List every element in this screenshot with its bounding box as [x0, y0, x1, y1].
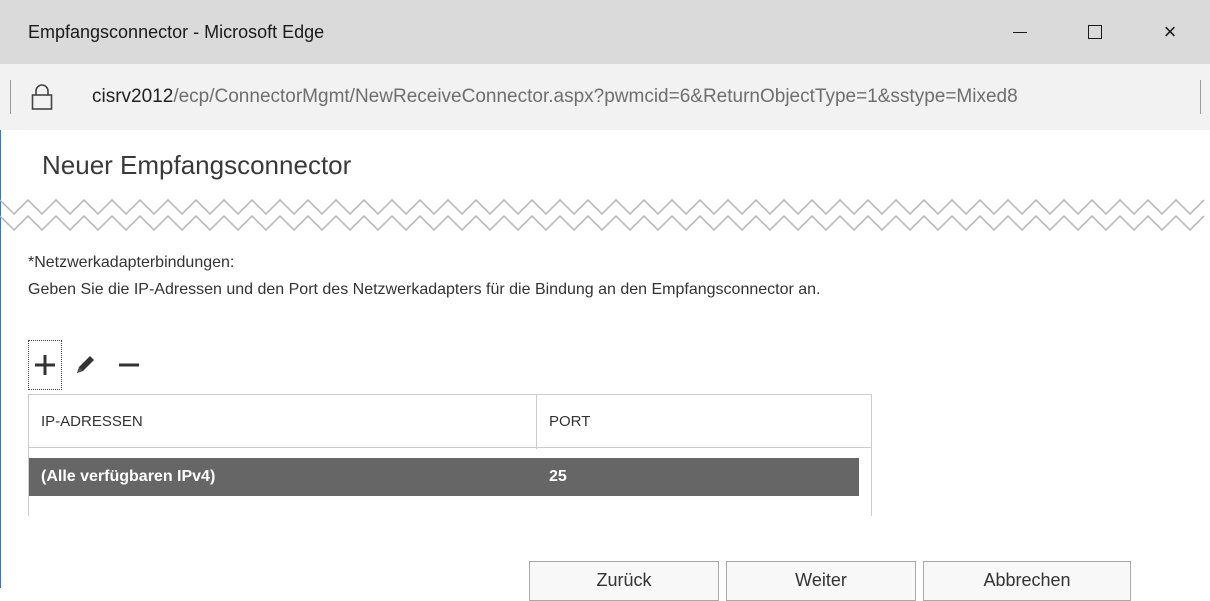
column-header-port[interactable]: PORT: [549, 413, 590, 430]
remove-button[interactable]: [112, 340, 146, 390]
minimize-icon: [1013, 31, 1027, 33]
maximize-icon: [1088, 25, 1102, 39]
url-field[interactable]: cisrv2012/ecp/ConnectorMgmt/NewReceiveCo…: [92, 86, 1192, 108]
minus-icon: [119, 363, 139, 367]
url-host: cisrv2012: [92, 86, 174, 107]
plus-icon: [35, 355, 55, 375]
wizard-separator: [0, 198, 1205, 232]
edit-button[interactable]: [68, 340, 102, 390]
field-label: *Netzwerkadapterbindungen:: [28, 254, 235, 271]
add-button[interactable]: [28, 340, 62, 390]
table-header: IP-ADRESSEN PORT: [29, 394, 871, 449]
minimize-button[interactable]: [990, 0, 1050, 64]
page-title: Neuer Empfangsconnector: [42, 150, 352, 180]
next-button[interactable]: Weiter: [726, 561, 916, 601]
cancel-button[interactable]: Abbrechen: [923, 561, 1131, 601]
close-icon: ×: [1163, 19, 1177, 44]
field-description: Geben Sie die IP-Adressen und den Port d…: [28, 281, 821, 298]
address-bar: cisrv2012/ecp/ConnectorMgmt/NewReceiveCo…: [0, 64, 1210, 130]
column-header-ip[interactable]: IP-ADRESSEN: [41, 413, 143, 430]
cell-port: 25: [549, 468, 567, 485]
title-bar: Empfangsconnector - Microsoft Edge ×: [0, 0, 1210, 64]
back-button[interactable]: Zurück: [529, 561, 719, 601]
bindings-table: IP-ADRESSEN PORT (Alle verfügbaren IPv4)…: [28, 394, 872, 516]
pencil-icon: [77, 356, 94, 373]
close-button[interactable]: ×: [1140, 0, 1200, 64]
cell-ip: (Alle verfügbaren IPv4): [41, 468, 216, 485]
address-bar-divider: [10, 80, 11, 114]
lock-icon: [31, 84, 53, 110]
column-divider: [536, 395, 537, 449]
window-title: Empfangsconnector - Microsoft Edge: [28, 22, 325, 42]
url-path: /ecp/ConnectorMgmt/NewReceiveConnector.a…: [173, 86, 1018, 107]
address-bar-divider-right: [1200, 80, 1201, 114]
maximize-button[interactable]: [1065, 0, 1125, 64]
table-row[interactable]: (Alle verfügbaren IPv4) 25: [29, 458, 859, 496]
